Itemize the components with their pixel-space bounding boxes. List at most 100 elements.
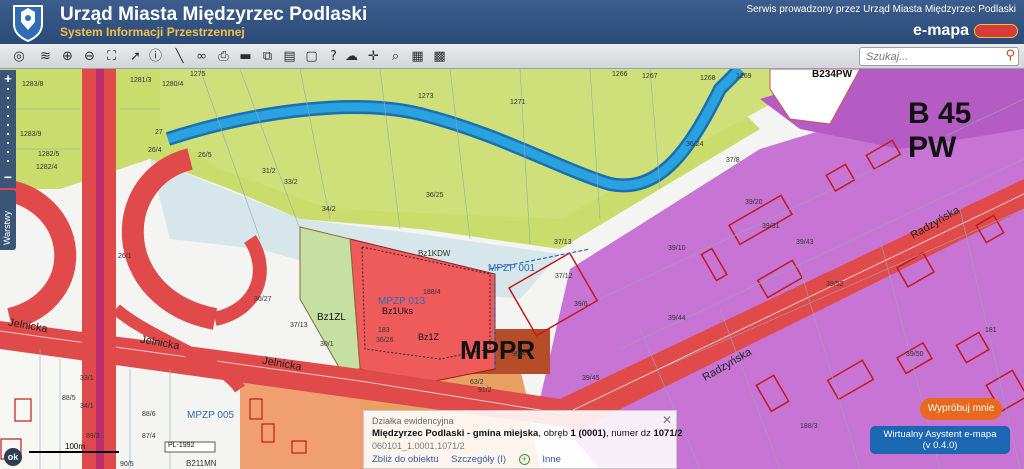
crosshair-icon[interactable]: ✛ [364, 47, 383, 66]
parcel-label: 1281/3 [130, 77, 152, 84]
popup-actions: Zbliż do obiektu Szczegóły (I) + Inne [372, 454, 571, 465]
zone-label-bz1kdw: Bz1KDW [418, 249, 451, 258]
parcel-label: 27 [155, 129, 163, 136]
parcel-label: 34/2 [322, 206, 336, 213]
close-icon[interactable]: ✕ [662, 413, 672, 427]
parcel-label: 37/8 [726, 157, 740, 164]
parcel-label: 26/5 [198, 152, 212, 159]
parcel-label: 181 [985, 327, 997, 334]
parcel-label: 39/52 [826, 281, 844, 288]
parcel-label: 1266 [612, 71, 628, 78]
parcel-info-popup: Działka ewidencyjna Międzyrzec Podlaski … [363, 410, 683, 469]
popup-parcel-details: Międzyrzec Podlaski - gmina miejska, obr… [372, 428, 683, 439]
parcel-label: 1283/9 [20, 131, 42, 138]
popup-obreb-label: , obręb [538, 428, 571, 439]
parcel-label: 37/12 [555, 273, 573, 280]
parcel-label: 88/5 [62, 395, 76, 402]
parcel-label: 1282/5 [38, 151, 60, 158]
comment-icon[interactable]: ▢ [302, 47, 321, 66]
ok-button[interactable]: ok [4, 448, 22, 466]
print-icon[interactable]: ⎙ [214, 47, 233, 66]
other-link[interactable]: Inne [542, 454, 561, 465]
info-icon[interactable]: ⓘ [146, 47, 165, 66]
parcel-label: 1282/4 [36, 164, 58, 171]
layers-panel-tab[interactable]: Warstwy [0, 190, 16, 250]
measure-icon[interactable]: ╲ [170, 47, 189, 66]
link-icon[interactable]: ∞ [192, 47, 211, 66]
parcel-label: 36/27 [254, 296, 272, 303]
assistant-version: (v 0.4.0) [922, 440, 958, 451]
parcel-label: 63/2 [470, 379, 484, 386]
popup-heading: Działka ewidencyjna [372, 416, 454, 426]
app-header: Urząd Miasta Międzyrzec Podlaski System … [0, 0, 1024, 44]
city-crest-logo [13, 5, 43, 42]
parcel-label: 1267 [642, 73, 658, 80]
parcel-label: 1268 [700, 75, 716, 82]
parcel-label: 188/4 [423, 289, 441, 296]
parcel-label: 89/3 [86, 433, 100, 440]
search-box[interactable]: ⚲ [859, 47, 1019, 66]
car-icon[interactable]: ▬ [236, 47, 255, 66]
app-title: Urząd Miasta Międzyrzec Podlaski [60, 4, 368, 25]
zoom-slider-track[interactable] [7, 88, 9, 168]
zoom-out-button[interactable]: − [0, 170, 16, 184]
parcel-label: 1271 [510, 99, 526, 106]
parcel-label: 183 [378, 327, 390, 334]
zoom-out-icon[interactable]: ⊖ [80, 47, 99, 66]
globe-icon[interactable]: ◎ [6, 47, 32, 66]
parcel-label: 188/3 [800, 423, 818, 430]
zoom-control: + − [0, 70, 16, 188]
zone-label-b211mn: B211MN [186, 459, 217, 468]
assistant-title: Wirtualny Asystent e-mapa [883, 429, 997, 440]
zone-label-bz1uks: Bz1Uks [382, 306, 414, 316]
popup-location: Międzyrzec Podlaski - gmina miejska [372, 428, 539, 439]
brand-label: e-mapa [912, 22, 969, 39]
zone-label-b45pw: B 45 PW [908, 97, 972, 164]
parcel-label: 1280/4 [162, 81, 184, 88]
app-subtitle: System Informacji Przestrzennej [60, 25, 245, 39]
road-vertical-center [96, 69, 104, 469]
red-zone-z [400, 324, 440, 369]
parcel-label: 39/31 [762, 223, 780, 230]
search-input[interactable] [866, 50, 996, 64]
parcel-label: 36/24 [686, 141, 704, 148]
scale-bar: 100m [29, 442, 119, 457]
zoom-to-object-link[interactable]: Zbliż do obiektu [372, 454, 439, 465]
service-provider-text: Serwis prowadzony przez Urząd Miasta Mię… [746, 4, 1016, 15]
popup-number-value: 1071/2 [653, 428, 683, 439]
parcel-label: 37/13 [290, 322, 308, 329]
zone-label-b234pw: B234PW [812, 69, 853, 80]
export-icon[interactable]: ⧉ [258, 47, 277, 66]
document-icon[interactable]: ▤ [280, 47, 299, 66]
parcel-label: 1269 [736, 73, 752, 80]
virtual-assistant-button[interactable]: Wirtualny Asystent e-mapa (v 0.4.0) [870, 426, 1010, 454]
parcel-label: 33/2 [284, 179, 298, 186]
parcel-label: 36/25 [426, 192, 444, 199]
parcel-label: 36/26 [376, 337, 394, 344]
scale-bar-line [29, 451, 119, 453]
emapa-logo [974, 24, 1018, 38]
map-canvas[interactable]: Jelnicka Jelnicka Jelnicka Radzyńska Rad… [0, 69, 1024, 469]
parcel-label: 39/43 [796, 239, 814, 246]
pointer-icon[interactable]: ➚ [126, 47, 145, 66]
bookmark-icon[interactable]: ▦ [408, 47, 427, 66]
search-icon[interactable]: ⚲ [1005, 48, 1015, 63]
search-map-icon[interactable]: ⌕ [386, 47, 405, 66]
help-icon[interactable]: ? [324, 47, 343, 66]
details-link[interactable]: Szczegóły (I) [451, 454, 506, 465]
parcel-label: 34/1 [80, 403, 94, 410]
zoom-in-icon[interactable]: ⊕ [58, 47, 77, 66]
layers-icon[interactable]: ≋ [36, 47, 55, 66]
full-extent-icon[interactable]: ⛶ [102, 47, 121, 66]
parcel-label: 1283/8 [22, 81, 44, 88]
parcel-label: 90/4 [512, 351, 526, 358]
parcel-label: 39/44 [668, 315, 686, 322]
plus-icon[interactable]: + [518, 454, 530, 465]
grid-icon[interactable]: ▩ [430, 47, 449, 66]
zone-label-bz1zl: Bz1ZL [317, 312, 346, 323]
try-me-button[interactable]: Wypróbuj mnie [920, 398, 1002, 420]
parcel-label: 1273 [418, 93, 434, 100]
cloud-icon[interactable]: ☁ [342, 47, 361, 66]
scale-bar-label: 100m [65, 442, 86, 451]
zoom-in-button[interactable]: + [0, 72, 16, 86]
